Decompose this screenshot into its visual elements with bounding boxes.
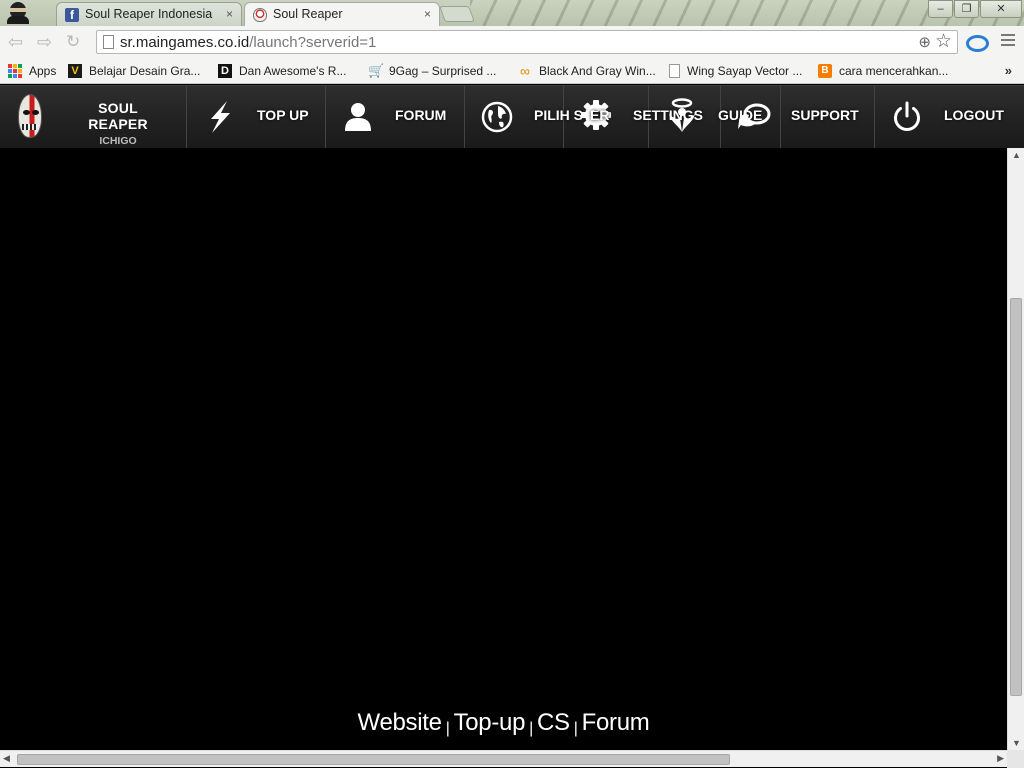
soul-reaper-mask-icon [253,8,267,22]
brand-title: SOUL REAPER [88,100,148,132]
scroll-up-arrow-icon[interactable]: ▲ [1012,150,1021,160]
extension-icon[interactable] [966,33,989,52]
tab-soul-reaper-indonesia[interactable]: f Soul Reaper Indonesia × [56,2,242,26]
bookmark-apps[interactable]: Apps [8,62,56,80]
bookmark-label: Belajar Desain Gra... [89,64,201,78]
link-icon: ∞ [520,63,530,79]
game-canvas[interactable] [0,148,1007,750]
nav-chat[interactable] [721,86,781,149]
footer-separator: | [529,720,534,737]
vertical-scrollbar[interactable]: ▲ ▼ [1007,148,1024,750]
page-icon [103,35,114,49]
scrollbar-corner [1007,750,1024,768]
bookmark-dan-awesome[interactable]: D Dan Awesome's R... [218,62,346,80]
footer-separator: | [445,720,450,737]
nav-top-up[interactable]: TOP UP [187,86,326,149]
window-controls: – ❐ ✕ [927,0,1022,18]
tab-title: Soul Reaper [273,7,343,21]
tab-title: Soul Reaper Indonesia [85,7,213,21]
profile-avatar-icon[interactable] [6,2,30,24]
scroll-down-arrow-icon[interactable]: ▼ [1012,738,1021,748]
tab-close-icon[interactable]: × [226,7,233,21]
v-logo-icon: V [68,64,82,78]
bookmark-label: Black And Gray Win... [539,64,656,78]
chrome-menu-icon[interactable] [1001,34,1015,48]
user-silhouette-icon [345,103,371,131]
nav-label: LOGOUT [944,107,1004,123]
power-icon [894,101,920,131]
back-arrow-icon[interactable]: ⇦ [8,32,23,52]
bookmark-cara-mencerahkan[interactable]: B cara mencerahkan... [818,62,948,80]
nav-support[interactable]: SUPPORT [781,86,875,149]
bookmarks-bar: Apps V Belajar Desain Gra... D Dan Aweso… [0,58,1024,84]
footer-link-website[interactable]: Website [358,709,442,736]
nav-forum[interactable]: FORUM [326,86,465,149]
bookmark-wing-sayap[interactable]: Wing Sayap Vector ... [669,62,802,80]
browser-tabstrip: f Soul Reaper Indonesia × Soul Reaper × … [0,0,1024,26]
bookmarks-overflow-icon[interactable]: » [1005,63,1012,78]
nav-label: SUPPORT [791,107,859,123]
facebook-icon: f [65,8,79,22]
horizontal-scroll-thumb[interactable] [17,754,730,765]
footer-link-top-up[interactable]: Top-up [454,709,526,736]
bookmark-label: Dan Awesome's R... [239,64,347,78]
nav-settings[interactable]: ER SETTINGS [564,86,703,149]
lightning-bolt-icon [211,101,230,133]
tab-soul-reaper[interactable]: Soul Reaper × [244,2,440,26]
bookmark-label: Wing Sayap Vector ... [687,64,803,78]
game-nav-bar: SOUL REAPER ICHIGO TOP UP FORUM PILIH S [0,85,1024,149]
apps-grid-icon [8,64,22,78]
nav-label-server-tail: ER [590,107,610,123]
hollow-mask-logo-icon [16,94,45,140]
angel-halo-icon [669,98,695,132]
bookmark-label: Apps [29,64,57,78]
bookmark-star-icon[interactable]: ☆ [935,31,952,53]
brand-block[interactable]: SOUL REAPER ICHIGO [0,86,187,149]
nav-guide[interactable]: GUIDE [649,86,762,149]
address-bar[interactable]: sr.maingames.co.id/launch?serverid=1 ⊕ ☆ [96,30,958,54]
zoom-icon[interactable]: ⊕ [918,33,931,51]
restore-button[interactable]: ❐ [954,0,979,18]
footer-links: Website | Top-up | CS | Forum [0,709,1007,738]
bookmark-9gag[interactable]: 🛒 9Gag – Surprised ... [368,62,496,80]
page-icon [669,64,680,78]
bookmark-black-gray[interactable]: ∞ Black And Gray Win... [518,62,656,80]
cart-icon: 🛒 [368,63,385,78]
footer-link-cs[interactable]: CS [537,709,570,736]
globe-icon [481,101,513,133]
minimize-button[interactable]: – [928,0,953,18]
dan-logo-icon: D [218,64,232,78]
browser-toolbar: ⇦ ⇨ ↻ sr.maingames.co.id/launch?serverid… [0,26,1024,58]
scroll-left-arrow-icon[interactable]: ◀ [3,753,10,764]
reload-icon[interactable]: ↻ [66,32,80,52]
horizontal-scrollbar[interactable]: ◀ ▶ [0,750,1007,767]
url-path: /launch?serverid=1 [249,34,377,51]
bookmark-label: cara mencerahkan... [839,64,949,78]
footer-link-forum[interactable]: Forum [582,709,650,736]
chat-bubbles-icon [738,103,771,129]
forward-arrow-icon[interactable]: ⇨ [37,32,52,52]
bookmark-belajar-desain[interactable]: V Belajar Desain Gra... [68,62,200,80]
nav-label: FORUM [395,107,447,123]
scroll-right-arrow-icon[interactable]: ▶ [997,753,1004,764]
bookmark-label: 9Gag – Surprised ... [389,64,497,78]
nav-label: TOP UP [257,107,309,123]
brand-subtitle: ICHIGO [99,135,137,147]
blogger-icon: B [818,64,832,78]
tab-close-icon[interactable]: × [424,7,431,21]
close-window-button[interactable]: ✕ [980,0,1022,18]
vertical-scroll-thumb[interactable] [1010,298,1022,696]
nav-pilih-server[interactable]: PILIH S [465,86,583,149]
nav-logout[interactable]: LOGOUT [875,86,1024,149]
url-text[interactable]: sr.maingames.co.id/launch?serverid=1 [120,34,376,51]
new-tab-button[interactable] [439,6,475,22]
url-host: sr.maingames.co.id [120,34,250,51]
footer-separator: | [573,720,578,737]
